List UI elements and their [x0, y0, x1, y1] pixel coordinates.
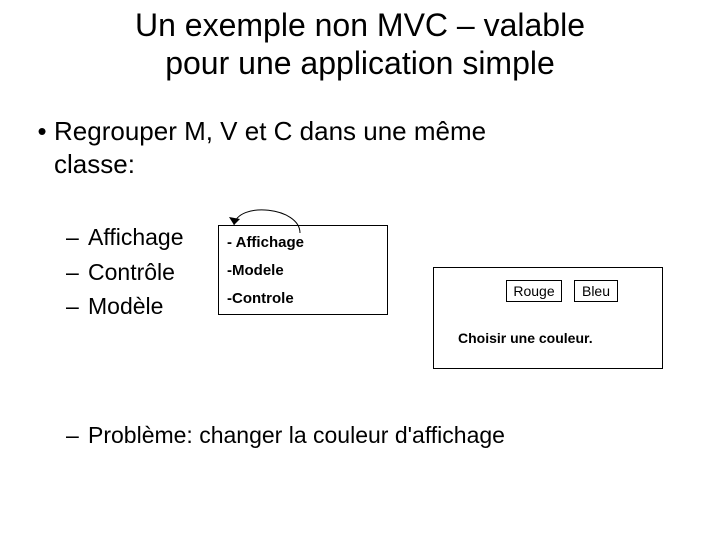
bullet-group: •Regrouper M, V et C dans une même class… [30, 115, 670, 180]
sub-bullet-modele: –Modèle [66, 289, 183, 324]
problem-text: Problème: changer la couleur d'affichage [88, 422, 505, 448]
slide: Un exemple non MVC – valable pour une ap… [0, 0, 720, 540]
bullet-text-line2: classe: [54, 149, 135, 179]
example-caption: Choisir une couleur. [458, 330, 593, 346]
title-line-1: Un exemple non MVC – valable [135, 7, 585, 43]
title-line-2: pour une application simple [165, 45, 555, 81]
sub-label: Modèle [88, 293, 163, 319]
sub-bullet-controle: –Contrôle [66, 255, 183, 290]
sub-label: Affichage [88, 224, 183, 250]
dash-icon: – [66, 255, 88, 290]
dash-icon: – [66, 289, 88, 324]
bleu-button[interactable]: Bleu [574, 280, 618, 302]
sub-label: Contrôle [88, 259, 175, 285]
class-item-controle: -Controle [227, 290, 294, 307]
class-item-modele: -Modele [227, 262, 284, 279]
bullet-dot-icon: • [30, 115, 54, 148]
class-item-affichage: - Affichage [227, 234, 304, 251]
sub-bullet-affichage: –Affichage [66, 220, 183, 255]
rouge-button[interactable]: Rouge [506, 280, 562, 302]
problem-bullet: –Problème: changer la couleur d'affichag… [66, 418, 505, 453]
dash-icon: – [66, 418, 88, 453]
bullet-indent [30, 148, 54, 181]
sub-bullets: –Affichage –Contrôle –Modèle [66, 220, 183, 324]
dash-icon: – [66, 220, 88, 255]
class-structure-box: - Affichage -Modele -Controle [218, 225, 388, 315]
slide-title: Un exemple non MVC – valable pour une ap… [0, 6, 720, 83]
bullet-text-line1: Regrouper M, V et C dans une même [54, 116, 486, 146]
example-ui-box: Rouge Bleu Choisir une couleur. [433, 267, 663, 369]
